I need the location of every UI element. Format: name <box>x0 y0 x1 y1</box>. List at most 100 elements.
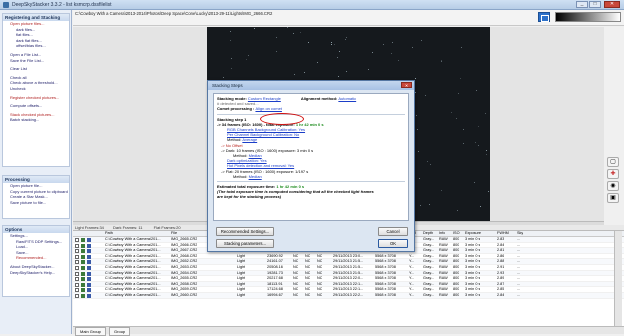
table-cell: 3 min 0 s <box>465 253 481 258</box>
row-checkbox[interactable] <box>75 265 79 270</box>
table-cell: 5568 x 3708 <box>375 276 396 281</box>
comet-processing-link[interactable]: Align on comet <box>255 106 281 111</box>
register-checked-link[interactable]: Register checked pictures... <box>3 95 69 101</box>
dialog-title: Stacking Steps <box>208 81 414 90</box>
table-cell: 2.91 <box>497 264 505 269</box>
stacking-steps-dialog: Stacking Steps ✕ Stacking mode: Custom R… <box>207 80 415 252</box>
exposure-note-2: are kept for the stacking process) <box>217 194 282 200</box>
star-point <box>245 58 247 60</box>
table-cell: NC <box>293 276 299 281</box>
table-cell: NC <box>293 253 299 258</box>
row-checkbox[interactable] <box>75 282 79 287</box>
row-checkbox[interactable] <box>75 254 79 259</box>
column-header[interactable]: FWHM <box>497 231 509 235</box>
row-checkbox[interactable] <box>75 277 79 282</box>
stacking-parameters-button[interactable]: Stacking parameters... <box>216 239 274 248</box>
row-checkbox[interactable] <box>75 271 79 276</box>
tab-dark-frames[interactable]: Dark Frames: 11 <box>109 225 147 230</box>
star-point <box>414 78 416 80</box>
table-cell: 20217.68 <box>267 276 283 281</box>
star-point <box>486 149 488 151</box>
table-cell: IMG_2660.CR2 <box>171 292 198 297</box>
tab-main-group[interactable]: Main Group <box>75 327 106 336</box>
recommended-settings-button[interactable]: Recommended Settings... <box>216 227 274 236</box>
table-cell: Y... <box>409 287 415 292</box>
clear-list-link[interactable]: Clear List <box>3 66 69 72</box>
table-cell: NC <box>317 259 323 264</box>
tab-group[interactable]: Group <box>109 327 131 336</box>
table-cell: IMG_2653.CR2 <box>171 264 198 269</box>
column-header[interactable]: Info <box>439 231 445 235</box>
table-cell: IMG_2666.CR2 <box>171 242 198 247</box>
star-point <box>476 89 478 91</box>
save-icon[interactable]: ▣ <box>607 193 619 203</box>
method-link-3[interactable]: Median <box>249 174 262 179</box>
dialog-close-button[interactable]: ✕ <box>401 82 412 88</box>
tab-light-frames[interactable]: Light Frames:34 <box>73 225 106 230</box>
group-icon <box>87 249 91 254</box>
row-checkbox[interactable] <box>75 238 79 242</box>
table-cell: C:\Cowboy With a Camera\201... <box>105 292 161 297</box>
vertical-scrollbar[interactable] <box>614 231 622 326</box>
table-cell: 20508.16 <box>267 264 283 269</box>
star-point <box>417 150 419 152</box>
offset-bias-files-link[interactable]: offset/bias files... <box>3 43 69 49</box>
column-header[interactable]: Path <box>105 231 113 235</box>
star-point <box>372 52 374 54</box>
alignment-link[interactable]: Automatic <box>338 96 356 101</box>
comet-icon[interactable]: ◉ <box>607 181 619 191</box>
windows-icon[interactable] <box>538 12 550 22</box>
table-cell: NC <box>305 253 311 258</box>
table-cell: IMG_2668.CR2 <box>171 253 198 258</box>
star-point <box>304 71 306 73</box>
row-checkbox[interactable] <box>75 288 79 293</box>
method-link-1[interactable]: Average <box>242 137 257 142</box>
save-file-list-link[interactable]: Save the File List... <box>3 58 69 64</box>
star-point <box>477 126 479 128</box>
table-cell: 5568 x 3708 <box>375 270 396 275</box>
histogram-gradient[interactable] <box>555 12 621 22</box>
light-frame-icon <box>81 293 85 298</box>
star-edit-icon[interactable]: ✚ <box>607 169 619 179</box>
star-point <box>480 205 482 207</box>
tab-flat-frames[interactable]: Flat Frames:20 <box>150 225 185 230</box>
table-cell: Gray... <box>423 264 435 269</box>
row-checkbox[interactable] <box>75 249 79 254</box>
column-header[interactable]: Sky <box>517 231 523 235</box>
light-frame-icon <box>81 243 85 248</box>
help-link[interactable]: DeepSkyStacker's Help... <box>3 270 69 276</box>
uncheck-link[interactable]: Uncheck <box>3 86 69 92</box>
table-cell: C:\Cowboy With a Camera\201... <box>105 259 161 264</box>
row-checkbox[interactable] <box>75 243 79 248</box>
batch-stacking-link[interactable]: Batch stacking... <box>3 117 69 123</box>
light-frame-icon <box>81 282 85 287</box>
table-cell: 2.88 <box>497 259 505 264</box>
table-cell: 2.84 <box>497 292 505 297</box>
table-cell: Y... <box>409 292 415 297</box>
minimize-button[interactable]: _ <box>576 1 588 8</box>
row-checkbox[interactable] <box>75 260 79 265</box>
table-cell: 29/11/2013 21:5... <box>333 264 364 269</box>
column-header[interactable]: ISO <box>453 231 460 235</box>
star-point <box>473 181 475 183</box>
ok-button[interactable]: OK <box>378 239 408 248</box>
table-cell: RAW <box>439 242 448 247</box>
recommended-link[interactable]: Recommended... <box>3 255 69 261</box>
save-picture-link[interactable]: Save picture to file... <box>3 200 69 206</box>
group-tabs: Main Group Group <box>73 326 624 336</box>
close-button[interactable]: ✕ <box>604 1 620 8</box>
select-tool-icon[interactable]: ▢ <box>607 157 619 167</box>
maximize-button[interactable]: □ <box>589 1 601 8</box>
cancel-button[interactable]: Cancel <box>378 227 408 236</box>
star-point <box>484 113 486 114</box>
compute-offsets-link[interactable]: Compute offsets... <box>3 103 69 109</box>
column-header[interactable]: Exposure <box>465 231 481 235</box>
column-header[interactable]: File <box>171 231 177 235</box>
star-point <box>459 78 461 80</box>
processing-panel: Processing Open picture file... Copy cur… <box>2 175 70 219</box>
row-checkbox[interactable] <box>75 293 79 298</box>
table-row[interactable]: C:\Cowboy With a Camera\201... IMG_2660.C… <box>73 292 624 299</box>
column-header[interactable]: Depth <box>423 231 433 235</box>
star-point <box>441 61 443 63</box>
table-cell: 3 min 0 s <box>465 276 481 281</box>
